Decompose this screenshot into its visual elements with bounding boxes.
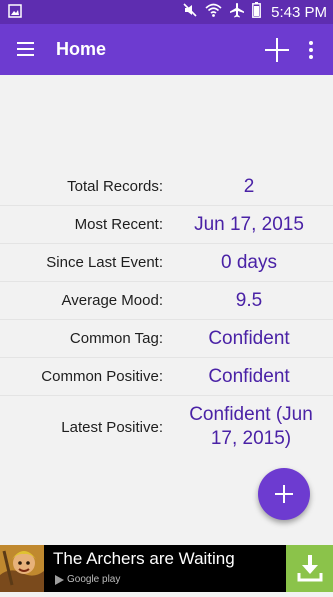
add-icon: [275, 485, 293, 503]
download-icon: [297, 555, 323, 582]
stat-value: Jun 17, 2015: [194, 214, 304, 235]
stat-label: Common Tag:: [69, 330, 163, 347]
stat-row-latest-positive: Latest Positive: Confident (Jun 17, 2015…: [0, 396, 333, 460]
stat-value: Confident: [208, 328, 290, 349]
stat-row-average-mood: Average Mood: 9.5: [0, 282, 333, 320]
stat-row-total-records: Total Records: 2: [0, 168, 333, 206]
ad-store-label: Google play: [55, 574, 120, 585]
download-button[interactable]: [286, 545, 333, 592]
mute-icon: [182, 2, 198, 23]
stat-value: Confident (Jun 17, 2015): [189, 404, 313, 449]
ad-banner[interactable]: The Archers are Waiting Google play: [0, 545, 333, 592]
stat-row-common-positive: Common Positive: Confident: [0, 358, 333, 396]
stats-list: Total Records: 2 Most Recent: Jun 17, 20…: [0, 168, 333, 460]
gallery-icon: [8, 4, 22, 18]
stat-value: Confident: [208, 366, 290, 387]
ad-title: The Archers are Waiting: [53, 549, 235, 568]
stat-row-common-tag: Common Tag: Confident: [0, 320, 333, 358]
stat-value: 2: [243, 176, 255, 197]
ad-store-text: Google play: [67, 574, 121, 585]
stat-label: Since Last Event:: [46, 254, 163, 271]
stat-label: Most Recent:: [74, 216, 163, 233]
stat-label: Common Positive:: [41, 368, 163, 385]
stat-row-since-last-event: Since Last Event: 0 days: [0, 244, 333, 282]
add-record-fab[interactable]: [258, 468, 310, 520]
stat-label: Total Records:: [67, 178, 163, 195]
status-time: 5:43 PM: [271, 3, 327, 21]
stat-label: Average Mood:: [61, 292, 163, 309]
google-play-icon: [55, 574, 64, 585]
stat-label: Latest Positive:: [61, 419, 163, 436]
stat-row-most-recent: Most Recent: Jun 17, 2015: [0, 206, 333, 244]
ad-game-thumbnail: [0, 545, 44, 592]
stat-value: 0 days: [221, 252, 277, 273]
status-bar: 5:43 PM: [0, 0, 333, 24]
wifi-icon: [205, 2, 222, 23]
app-bar: Home: [0, 24, 333, 75]
airplane-mode-icon: [229, 2, 245, 23]
page-title: Home: [56, 39, 107, 59]
add-icon[interactable]: [264, 37, 290, 63]
more-vert-icon[interactable]: [305, 39, 317, 61]
stat-value: 9.5: [235, 290, 263, 311]
menu-icon[interactable]: [16, 39, 36, 59]
battery-icon: [252, 1, 262, 23]
